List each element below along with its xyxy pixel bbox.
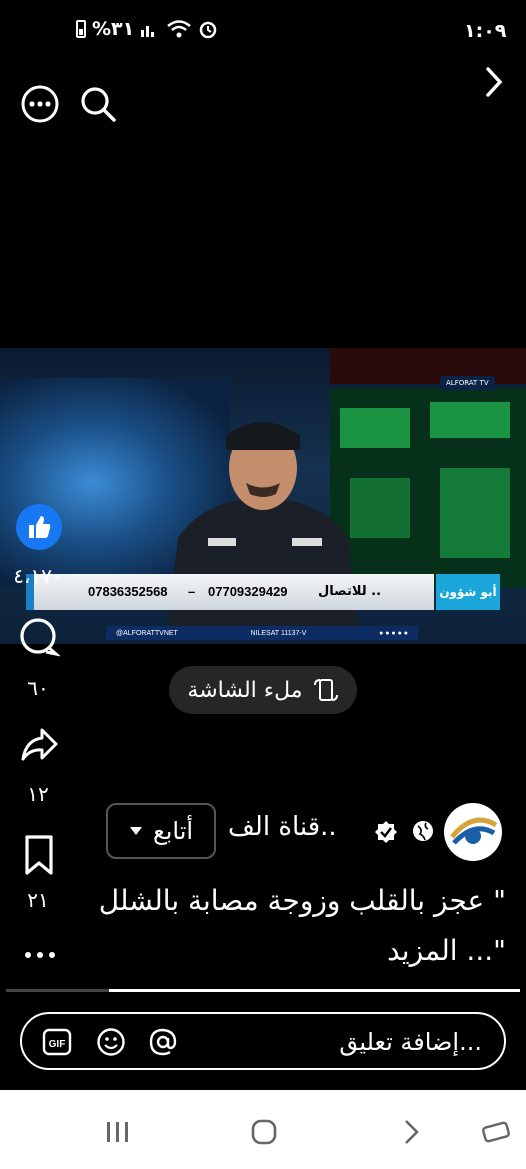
chevron-down-icon xyxy=(129,827,142,835)
sub-left-text: @ALFORATTVNET xyxy=(116,629,178,637)
recents-button[interactable] xyxy=(104,1120,132,1148)
saves-count: ٢١ xyxy=(27,888,49,912)
chevron-right-icon xyxy=(486,67,503,97)
post-caption[interactable]: " عجز بالقلب وزوجة مصابة بالشلل "... الم… xyxy=(60,876,506,976)
emoji-button[interactable] xyxy=(96,1027,126,1061)
shares-count: ١٢ xyxy=(27,782,49,806)
account-name[interactable]: قناة الف.. xyxy=(228,812,337,842)
more-horizontal-icon xyxy=(25,952,55,958)
save-button[interactable] xyxy=(20,834,60,878)
status-bar: %٣١ ١:٠٩ xyxy=(0,0,526,64)
back-button[interactable] xyxy=(402,1118,422,1150)
follow-label: أتابع xyxy=(152,817,194,845)
battery-icon xyxy=(76,20,86,38)
fill-screen-label: ملء الشاشة xyxy=(187,677,303,703)
share-arrow-icon xyxy=(21,728,58,761)
more-options-button[interactable] xyxy=(18,82,62,126)
rotate-button[interactable] xyxy=(480,1118,512,1150)
comment-button[interactable] xyxy=(18,616,62,660)
ticker-phone-1: 07709329429 xyxy=(208,584,288,599)
account-avatar[interactable] xyxy=(444,803,502,861)
video-player[interactable]: ALFORAT TV 07836352568 – 07709329429 للا… xyxy=(0,348,526,644)
channel-avatar-logo xyxy=(445,804,501,860)
video-background-led xyxy=(330,348,526,384)
share-button[interactable] xyxy=(18,724,62,768)
comments-count: ٦٠ xyxy=(27,676,49,700)
ticker-label: للاتصال .. xyxy=(318,584,382,599)
comment-bubble-icon xyxy=(20,618,62,657)
home-button[interactable] xyxy=(250,1118,278,1150)
recents-icon xyxy=(107,1122,128,1142)
likes-count: ٤،١٧٠ xyxy=(13,564,63,588)
search-icon xyxy=(81,87,116,122)
verified-badge-icon xyxy=(374,820,398,848)
mention-button[interactable] xyxy=(148,1027,178,1061)
smiley-icon xyxy=(97,1028,125,1056)
video-sub-bar: @ALFORATTVNET NILESAT 11137-V ● ● ● ● ● xyxy=(106,626,418,640)
system-navigation-bar xyxy=(0,1090,526,1169)
signal-icon xyxy=(141,26,155,37)
back-chevron-icon xyxy=(405,1120,419,1144)
comment-placeholder: إضافة تعليق... xyxy=(339,1028,482,1056)
follow-button[interactable]: أتابع xyxy=(106,803,216,859)
ticker-dash: – xyxy=(188,584,196,599)
social-icons: ● ● ● ● ● xyxy=(379,629,408,637)
gif-icon: GIF xyxy=(42,1028,72,1056)
more-actions-button[interactable] xyxy=(20,942,60,968)
sub-center-text: NILESAT 11137-V xyxy=(250,629,307,637)
video-background-monitor xyxy=(330,388,526,588)
thumbs-up-icon xyxy=(16,504,62,550)
fill-screen-button[interactable]: ملء الشاشة xyxy=(169,666,357,714)
home-icon xyxy=(251,1119,277,1145)
video-progress-fill xyxy=(108,989,520,992)
wifi-icon xyxy=(167,20,192,38)
video-progress-bar[interactable] xyxy=(6,989,520,992)
clock: ١:٠٩ xyxy=(464,20,507,42)
rotate-icon xyxy=(482,1121,510,1143)
bookmark-icon xyxy=(25,835,53,875)
gif-button[interactable]: GIF xyxy=(42,1027,72,1061)
alarm-icon xyxy=(200,21,217,39)
ticker-tag: أبو شؤون xyxy=(436,574,500,610)
more-horizontal-circle-icon xyxy=(21,85,59,123)
comment-input[interactable]: إضافة تعليق... GIF xyxy=(20,1012,506,1070)
status-icons: %٣١ xyxy=(76,18,218,40)
channel-logo: ALFORAT TV xyxy=(440,376,495,390)
at-sign-icon xyxy=(149,1028,177,1056)
globe-icon xyxy=(412,820,434,846)
search-button[interactable] xyxy=(76,82,120,126)
battery-percentage: %٣١ xyxy=(92,18,135,40)
rotate-screen-icon xyxy=(313,679,338,701)
forward-button[interactable] xyxy=(474,62,514,102)
ticker-phone-2: 07836352568 xyxy=(88,584,168,599)
svg-text:GIF: GIF xyxy=(49,1039,66,1050)
like-button[interactable] xyxy=(16,504,62,550)
